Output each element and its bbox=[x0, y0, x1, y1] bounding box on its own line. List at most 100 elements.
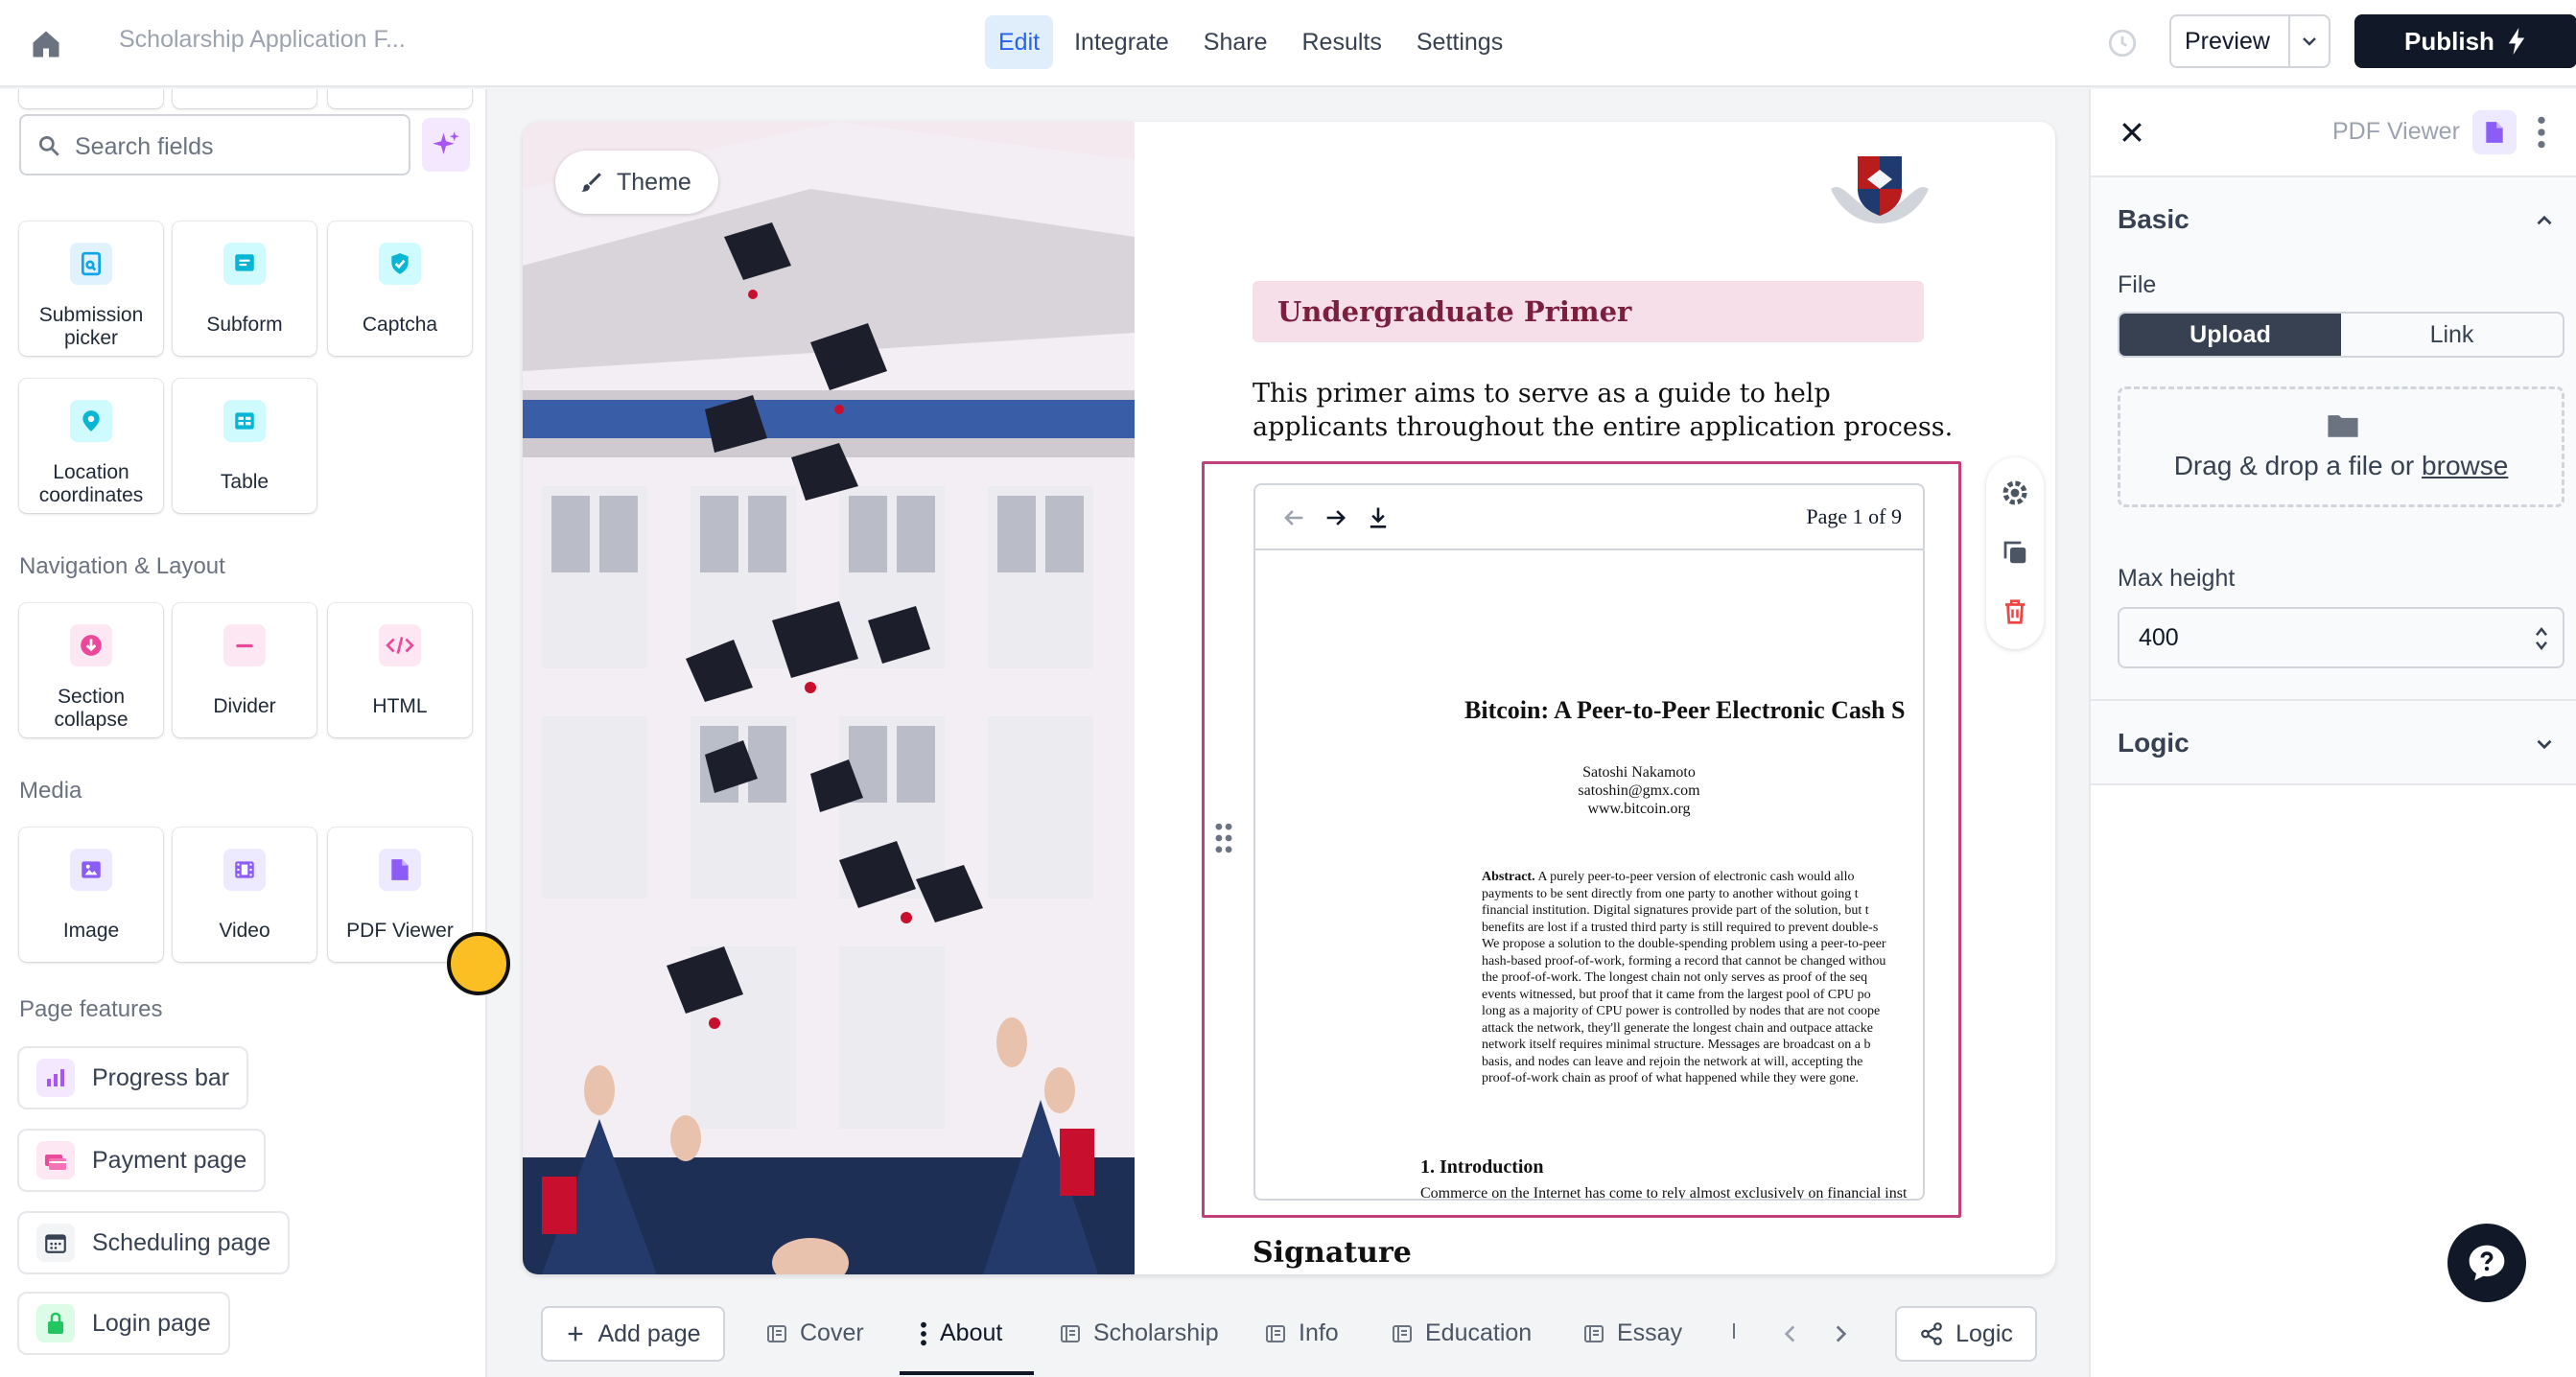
logic-section-title: Logic bbox=[2118, 728, 2190, 758]
home-icon[interactable] bbox=[29, 27, 63, 61]
field-card-hidden[interactable] bbox=[328, 89, 472, 108]
page-tab-about[interactable]: About bbox=[919, 1319, 1002, 1347]
chevron-down-icon[interactable] bbox=[2298, 30, 2321, 53]
field-card-label: PDF Viewer bbox=[346, 920, 454, 942]
page-tab-education[interactable]: Education bbox=[1391, 1319, 1532, 1347]
gear-icon[interactable] bbox=[2001, 478, 2029, 507]
page-tab-label: About bbox=[940, 1319, 1003, 1346]
add-page-label: Add page bbox=[597, 1319, 701, 1347]
duplicate-icon[interactable] bbox=[2001, 538, 2029, 567]
upload-option[interactable]: Upload bbox=[2119, 314, 2341, 356]
hero-graduation-image[interactable] bbox=[523, 122, 1135, 1274]
page-icon bbox=[1584, 1324, 1604, 1342]
field-card-html[interactable]: HTML bbox=[328, 603, 472, 737]
logic-button[interactable]: Logic bbox=[1895, 1306, 2037, 1362]
link-option[interactable]: Link bbox=[2341, 314, 2563, 356]
add-page-button[interactable]: Add page bbox=[541, 1306, 725, 1362]
logic-section-header[interactable]: Logic bbox=[2091, 699, 2576, 785]
pdf-abstract-line: A purely peer-to-peer version of electro… bbox=[1537, 870, 1855, 884]
feature-progress-bar[interactable]: Progress bar bbox=[19, 1048, 247, 1108]
preview-button[interactable]: Preview bbox=[2169, 14, 2330, 68]
page-tab-cover[interactable]: Cover bbox=[765, 1319, 864, 1347]
theme-button[interactable]: Theme bbox=[555, 151, 718, 214]
field-card-hidden[interactable] bbox=[19, 89, 163, 108]
trash-icon[interactable] bbox=[2001, 597, 2029, 626]
nav-results[interactable]: Results bbox=[1289, 15, 1395, 69]
arrow-left-icon[interactable] bbox=[1280, 504, 1307, 531]
chevron-right-icon[interactable] bbox=[1828, 1321, 1853, 1346]
panel-title: PDF Viewer bbox=[2332, 118, 2460, 145]
feature-label: Payment page bbox=[92, 1146, 247, 1174]
field-card-location-coordinates[interactable]: Location coordinates bbox=[19, 379, 163, 513]
page-tab-label: Education bbox=[1425, 1319, 1533, 1346]
feature-login-page[interactable]: Login page bbox=[19, 1294, 228, 1353]
basic-section-header[interactable]: Basic bbox=[2091, 175, 2576, 262]
field-card-pdf-viewer[interactable]: PDF Viewer bbox=[328, 828, 472, 962]
field-card-section-collapse[interactable]: Section collapse bbox=[19, 603, 163, 737]
page-tab-scholarship[interactable]: Scholarship bbox=[1059, 1319, 1219, 1347]
max-height-input[interactable]: 400 bbox=[2118, 607, 2564, 668]
video-icon bbox=[223, 849, 266, 891]
field-card-label: Image bbox=[62, 920, 120, 942]
primer-heading[interactable]: Undergraduate Primer bbox=[1253, 281, 1924, 342]
form-title[interactable]: Scholarship Application F... bbox=[119, 26, 406, 54]
field-card-label: HTML bbox=[372, 695, 428, 717]
more-options-icon[interactable] bbox=[2532, 114, 2551, 151]
progress-bar-icon bbox=[36, 1059, 75, 1097]
download-icon[interactable] bbox=[1365, 504, 1392, 531]
max-height-label: Max height bbox=[2118, 565, 2236, 592]
field-card-table[interactable]: Table bbox=[173, 379, 316, 513]
field-card-hidden[interactable] bbox=[173, 89, 316, 108]
pdf-author-line: www.bitcoin.org bbox=[1587, 801, 1691, 817]
pdf-viewer[interactable]: Page 1 of 9 Bitcoin: A Peer-to-Peer Elec… bbox=[1253, 483, 1925, 1201]
pdf-abstract-line: payments to be sent directly from one pa… bbox=[1482, 886, 1859, 901]
stepper-arrows-icon[interactable] bbox=[2534, 624, 2549, 653]
signature-heading[interactable]: Signature bbox=[1253, 1236, 1412, 1270]
feature-label: Login page bbox=[92, 1309, 211, 1337]
page-tab-overflow[interactable] bbox=[1730, 1319, 1738, 1342]
primer-description[interactable]: This primer aims to serve as a guide to … bbox=[1253, 377, 1962, 444]
search-placeholder: Search fields bbox=[75, 133, 214, 160]
file-dropzone[interactable]: Drag & drop a file or browse bbox=[2118, 386, 2564, 507]
publish-button[interactable]: Publish bbox=[2354, 14, 2576, 68]
nav-integrate[interactable]: Integrate bbox=[1061, 15, 1183, 69]
pdf-abstract-label: Abstract. bbox=[1482, 870, 1535, 884]
nav-edit[interactable]: Edit bbox=[985, 15, 1054, 69]
field-card-subform[interactable]: Subform bbox=[173, 222, 316, 356]
ai-sparkle-button[interactable] bbox=[422, 118, 470, 172]
page-tab-label: Info bbox=[1299, 1319, 1339, 1346]
kebab-menu-icon[interactable] bbox=[919, 1320, 928, 1347]
field-card-label: Subform bbox=[206, 314, 283, 336]
field-card-label: Section collapse bbox=[54, 686, 129, 731]
dropzone-instruction: Drag & drop a file or bbox=[2173, 451, 2415, 480]
pdf-abstract-line: long as a majority of CPU power is contr… bbox=[1482, 1004, 1881, 1018]
page-tab-essay[interactable]: Essay bbox=[1582, 1319, 1682, 1347]
nav-share[interactable]: Share bbox=[1190, 15, 1281, 69]
chevron-left-icon[interactable] bbox=[1778, 1321, 1803, 1346]
arrow-right-icon[interactable] bbox=[1323, 504, 1349, 531]
section-collapse-icon bbox=[70, 624, 112, 666]
pdf-icon bbox=[379, 849, 421, 891]
search-input[interactable]: Search fields bbox=[19, 114, 410, 175]
help-chat-button[interactable] bbox=[2447, 1224, 2526, 1302]
nav-settings[interactable]: Settings bbox=[1403, 15, 1516, 69]
field-card-image[interactable]: Image bbox=[19, 828, 163, 962]
history-clock-icon[interactable] bbox=[2106, 27, 2139, 59]
pdf-viewer-block-selected[interactable]: Page 1 of 9 Bitcoin: A Peer-to-Peer Elec… bbox=[1202, 461, 1961, 1218]
feature-scheduling-page[interactable]: Scheduling page bbox=[19, 1213, 289, 1272]
drag-handle-icon[interactable] bbox=[1213, 822, 1234, 854]
pdf-abstract-line: financial institution. Digital signature… bbox=[1482, 903, 1869, 918]
field-card-divider[interactable]: Divider bbox=[173, 603, 316, 737]
field-card-captcha[interactable]: Captcha bbox=[328, 222, 472, 356]
properties-panel: PDF Viewer Basic File Upload Link Drag &… bbox=[2089, 89, 2576, 1377]
pdf-page-content: Bitcoin: A Peer-to-Peer Electronic Cash … bbox=[1255, 552, 1923, 1201]
browse-link[interactable]: browse bbox=[2422, 451, 2508, 480]
field-card-submission-picker[interactable]: Submission picker bbox=[19, 222, 163, 356]
field-card-label: Location coordinates bbox=[38, 461, 144, 506]
close-icon[interactable] bbox=[2118, 118, 2146, 147]
pdf-intro-text: Commerce on the Internet has come to rel… bbox=[1420, 1185, 1908, 1201]
dropzone-text: Drag & drop a file or browse bbox=[2120, 451, 2562, 481]
page-tab-info[interactable]: Info bbox=[1264, 1319, 1339, 1347]
field-card-video[interactable]: Video bbox=[173, 828, 316, 962]
feature-payment-page[interactable]: Payment page bbox=[19, 1131, 265, 1190]
